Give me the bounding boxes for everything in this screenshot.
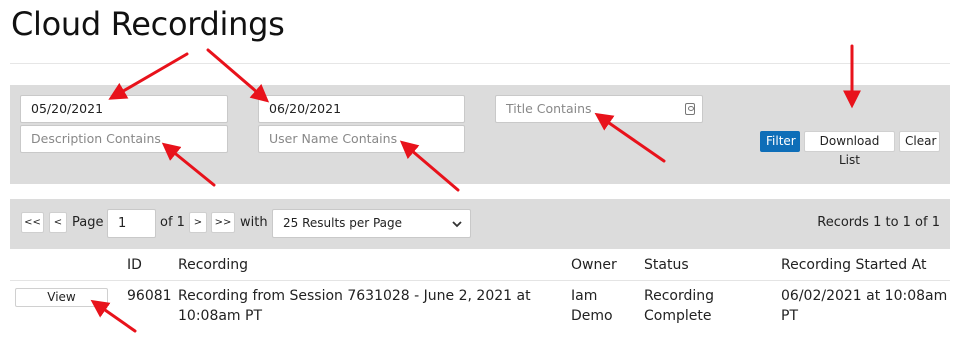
title-divider <box>10 63 950 64</box>
last-page-button[interactable]: >> <box>211 212 235 233</box>
recording-title-line1: Recording from Session 7631028 - June 2,… <box>178 288 531 304</box>
chevron-down-icon <box>452 221 462 228</box>
title-contains-placeholder: Title Contains <box>506 101 592 116</box>
clear-button[interactable]: Clear <box>899 131 940 152</box>
arrow-view-button <box>90 299 137 333</box>
filter-button[interactable]: Filter <box>760 131 800 152</box>
column-header-started-at[interactable]: Recording Started At <box>781 256 926 274</box>
column-header-id[interactable]: ID <box>127 256 142 274</box>
description-contains-input[interactable]: Description Contains <box>20 125 228 153</box>
results-per-page-select[interactable]: 25 Results per Page <box>272 209 471 238</box>
with-label: with <box>240 215 268 230</box>
column-header-owner[interactable]: Owner <box>571 256 617 274</box>
column-header-recording[interactable]: Recording <box>178 256 248 274</box>
page-label: Page <box>72 215 104 230</box>
recording-owner: Iam Demo <box>571 286 613 326</box>
page-number-input[interactable]: 1 <box>107 209 156 238</box>
next-page-button[interactable]: > <box>189 212 207 233</box>
recording-title-line2: 10:08am PT <box>178 308 263 324</box>
user-name-contains-input[interactable]: User Name Contains <box>258 125 465 153</box>
started-at-line1: 06/02/2021 at 10:08am <box>781 288 948 304</box>
recording-title: Recording from Session 7631028 - June 2,… <box>178 286 531 326</box>
status-line2: Complete <box>644 308 712 324</box>
recording-status: Recording Complete <box>644 286 714 326</box>
owner-line2: Demo <box>571 308 613 324</box>
page-title: Cloud Recordings <box>11 5 285 43</box>
start-date-input[interactable]: 05/20/2021 <box>20 95 228 123</box>
recording-started-at: 06/02/2021 at 10:08am PT <box>781 286 947 326</box>
title-contains-input[interactable]: Title Contains <box>495 95 703 123</box>
end-date-input[interactable]: 06/20/2021 <box>258 95 465 123</box>
download-list-button[interactable]: Download List <box>804 131 895 167</box>
records-summary: Records 1 to 1 of 1 <box>817 215 940 230</box>
first-page-button[interactable]: << <box>21 212 44 233</box>
header-divider <box>10 280 950 281</box>
prev-page-button[interactable]: < <box>49 212 67 233</box>
column-header-status[interactable]: Status <box>644 256 689 274</box>
results-per-page-value: 25 Results per Page <box>283 216 403 230</box>
contact-card-icon <box>685 103 695 115</box>
page-count-label: of 1 <box>160 215 185 230</box>
status-line1: Recording <box>644 288 715 304</box>
view-button[interactable]: View <box>15 288 108 307</box>
started-at-line2: PT <box>781 308 798 324</box>
recording-id: 96081 <box>127 288 172 304</box>
owner-line1: Iam <box>571 288 598 304</box>
